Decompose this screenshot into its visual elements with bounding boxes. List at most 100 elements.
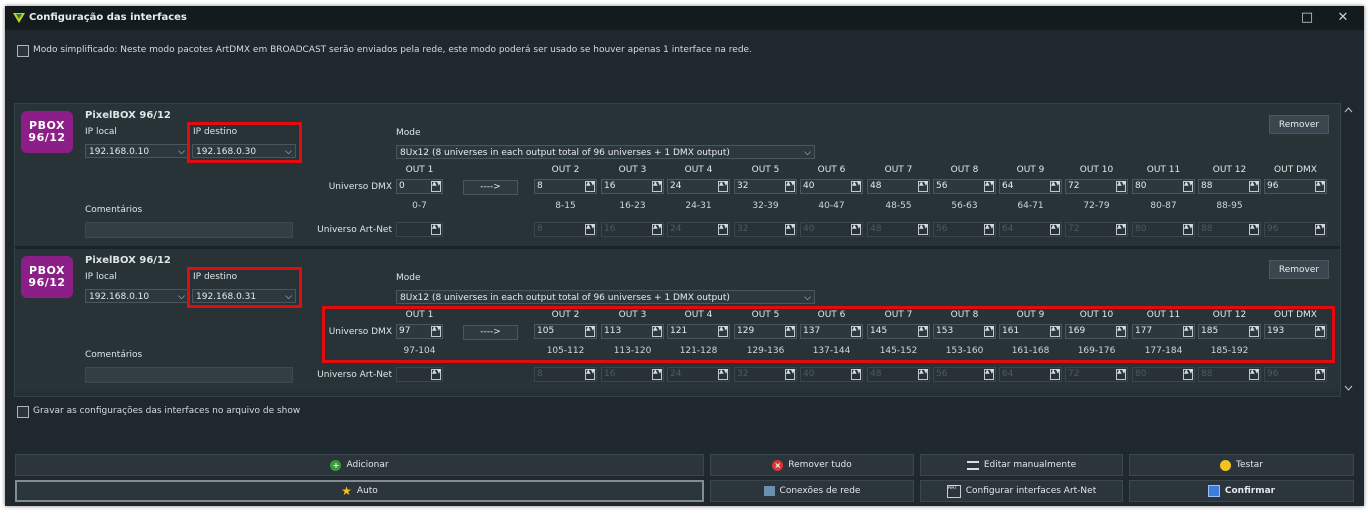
spin-arrows-icon[interactable]: ▲▼ <box>1249 224 1259 235</box>
ip-local-select[interactable]: 192.168.0.10 ⌵ <box>85 289 189 303</box>
dmx-universe-spinbox[interactable]: 40 ▲▼ <box>800 179 863 194</box>
artnet-universe-spinbox[interactable]: 24 ▲▼ <box>667 367 730 382</box>
dmx-universe-spinbox[interactable]: 48 ▲▼ <box>867 179 930 194</box>
close-button[interactable]: ✕ <box>1331 10 1355 26</box>
artnet-universe-spinbox[interactable]: 48 ▲▼ <box>867 222 930 237</box>
dmx-universe-spinbox[interactable]: 80 ▲▼ <box>1132 179 1195 194</box>
artnet-universe-spinbox[interactable]: 88 ▲▼ <box>1198 367 1261 382</box>
artnet-universe-spinbox[interactable]: 32 ▲▼ <box>734 222 797 237</box>
confirm-button[interactable]: Confirmar <box>1129 480 1354 502</box>
spin-arrows-icon[interactable]: ▲▼ <box>851 224 861 235</box>
spin-arrows-icon[interactable]: ▲▼ <box>431 224 441 235</box>
artnet-universe-spinbox[interactable]: 16 ▲▼ <box>601 222 664 237</box>
artnet-universe-spinbox[interactable]: 56 ▲▼ <box>933 367 996 382</box>
artnet-universe-spinbox[interactable]: 96 ▲▼ <box>1264 367 1327 382</box>
spin-arrows-icon[interactable]: ▲▼ <box>431 369 441 380</box>
configure-artnet-button[interactable]: ART Configurar interfaces Art-Net <box>920 480 1123 502</box>
artnet-universe-spinbox[interactable]: 64 ▲▼ <box>999 367 1062 382</box>
artnet-universe-spinbox[interactable]: 96 ▲▼ <box>1264 222 1327 237</box>
spin-arrows-icon[interactable]: ▲▼ <box>984 369 994 380</box>
spin-arrows-icon[interactable]: ▲▼ <box>431 181 441 192</box>
test-button[interactable]: Testar <box>1129 454 1354 476</box>
spin-arrows-icon[interactable]: ▲▼ <box>785 224 795 235</box>
spin-arrows-icon[interactable]: ▲▼ <box>1050 181 1060 192</box>
spin-arrows-icon[interactable]: ▲▼ <box>1183 369 1193 380</box>
spin-arrows-icon[interactable]: ▲▼ <box>585 224 595 235</box>
spin-arrows-icon[interactable]: ▲▼ <box>652 224 662 235</box>
spin-arrows-icon[interactable]: ▲▼ <box>718 224 728 235</box>
spin-arrows-icon[interactable]: ▲▼ <box>1116 224 1126 235</box>
artnet-universe-spinbox[interactable]: 8 ▲▼ <box>534 222 597 237</box>
remove-all-button[interactable]: × Remover tudo <box>710 454 914 476</box>
spin-arrows-icon[interactable]: ▲▼ <box>851 181 861 192</box>
spin-arrows-icon[interactable]: ▲▼ <box>1315 369 1325 380</box>
ip-local-select[interactable]: 192.168.0.10 ⌵ <box>85 144 189 158</box>
spin-arrows-icon[interactable]: ▲▼ <box>785 181 795 192</box>
dmx-universe-spinbox[interactable]: 8 ▲▼ <box>534 179 597 194</box>
artnet-universe-spinbox[interactable]: 24 ▲▼ <box>667 222 730 237</box>
scroll-down-icon[interactable] <box>1342 383 1355 393</box>
spin-arrows-icon[interactable]: ▲▼ <box>652 369 662 380</box>
artnet-universe-spinbox[interactable]: 40 ▲▼ <box>800 222 863 237</box>
spin-arrows-icon[interactable]: ▲▼ <box>585 369 595 380</box>
add-button[interactable]: + Adicionar <box>15 454 704 476</box>
dmx-universe-spinbox[interactable]: 64 ▲▼ <box>999 179 1062 194</box>
spin-arrows-icon[interactable]: ▲▼ <box>984 224 994 235</box>
artnet-universe-spinbox[interactable]: 80 ▲▼ <box>1132 222 1195 237</box>
artnet-universe-spinbox[interactable]: 8 ▲▼ <box>534 367 597 382</box>
spin-arrows-icon[interactable]: ▲▼ <box>918 181 928 192</box>
spin-arrows-icon[interactable]: ▲▼ <box>1249 181 1259 192</box>
spin-arrows-icon[interactable]: ▲▼ <box>718 181 728 192</box>
artnet-universe-spinbox[interactable]: 72 ▲▼ <box>1065 222 1128 237</box>
artnet-universe-spinbox[interactable]: 64 ▲▼ <box>999 222 1062 237</box>
dmx-universe-spinbox[interactable]: 32 ▲▼ <box>734 179 797 194</box>
artnet-universe-spinbox[interactable]: 56 ▲▼ <box>933 222 996 237</box>
dmx-universe-spinbox[interactable]: 16 ▲▼ <box>601 179 664 194</box>
remove-interface-button[interactable]: Remover <box>1269 115 1329 134</box>
dmx-universe-spinbox[interactable]: 56 ▲▼ <box>933 179 996 194</box>
save-config-checkbox[interactable] <box>17 406 29 418</box>
artnet-universe-spinbox[interactable]: 40 ▲▼ <box>800 367 863 382</box>
spin-arrows-icon[interactable]: ▲▼ <box>1050 224 1060 235</box>
spin-arrows-icon[interactable]: ▲▼ <box>1050 369 1060 380</box>
mode-select[interactable]: 8Ux12 (8 universes in each output total … <box>396 145 815 159</box>
remove-interface-button[interactable]: Remover <box>1269 260 1329 279</box>
auto-button[interactable]: ★ Auto <box>15 480 704 502</box>
spin-arrows-icon[interactable]: ▲▼ <box>652 181 662 192</box>
network-connections-button[interactable]: Conexões de rede <box>710 480 914 502</box>
simplified-mode-checkbox[interactable] <box>17 45 29 57</box>
dmx-universe-spinbox[interactable]: 96 ▲▼ <box>1264 179 1327 194</box>
spin-arrows-icon[interactable]: ▲▼ <box>918 369 928 380</box>
artnet-universe-spinbox[interactable]: 48 ▲▼ <box>867 367 930 382</box>
spin-arrows-icon[interactable]: ▲▼ <box>785 369 795 380</box>
spin-arrows-icon[interactable]: ▲▼ <box>1183 224 1193 235</box>
spin-arrows-icon[interactable]: ▲▼ <box>1315 181 1325 192</box>
artnet-universe-spinbox[interactable]: 80 ▲▼ <box>1132 367 1195 382</box>
spin-arrows-icon[interactable]: ▲▼ <box>1116 181 1126 192</box>
vertical-scrollbar[interactable] <box>1342 103 1355 395</box>
spin-arrows-icon[interactable]: ▲▼ <box>1116 369 1126 380</box>
spin-arrows-icon[interactable]: ▲▼ <box>718 369 728 380</box>
artnet-universe-spinbox[interactable]: 72 ▲▼ <box>1065 367 1128 382</box>
spin-arrows-icon[interactable]: ▲▼ <box>1249 369 1259 380</box>
dmx-universe-spinbox[interactable]: 24 ▲▼ <box>667 179 730 194</box>
artnet-universe-spinbox[interactable]: ▲▼ <box>396 222 443 237</box>
artnet-universe-spinbox[interactable]: ▲▼ <box>396 367 443 382</box>
scroll-up-icon[interactable] <box>1342 105 1355 115</box>
spin-arrows-icon[interactable]: ▲▼ <box>585 181 595 192</box>
spin-arrows-icon[interactable]: ▲▼ <box>1315 224 1325 235</box>
comment-field[interactable] <box>85 222 293 238</box>
maximize-button[interactable]: □ <box>1295 10 1319 26</box>
dmx-universe-spinbox[interactable]: 0 ▲▼ <box>396 179 443 194</box>
dmx-universe-spinbox[interactable]: 88 ▲▼ <box>1198 179 1261 194</box>
comment-field[interactable] <box>85 367 293 383</box>
spin-arrows-icon[interactable]: ▲▼ <box>918 224 928 235</box>
spin-arrows-icon[interactable]: ▲▼ <box>984 181 994 192</box>
edit-manually-button[interactable]: Editar manualmente <box>920 454 1123 476</box>
spin-arrows-icon[interactable]: ▲▼ <box>1183 181 1193 192</box>
mode-select[interactable]: 8Ux12 (8 universes in each output total … <box>396 290 815 304</box>
artnet-universe-spinbox[interactable]: 16 ▲▼ <box>601 367 664 382</box>
dmx-universe-spinbox[interactable]: 72 ▲▼ <box>1065 179 1128 194</box>
artnet-universe-spinbox[interactable]: 88 ▲▼ <box>1198 222 1261 237</box>
spin-arrows-icon[interactable]: ▲▼ <box>851 369 861 380</box>
